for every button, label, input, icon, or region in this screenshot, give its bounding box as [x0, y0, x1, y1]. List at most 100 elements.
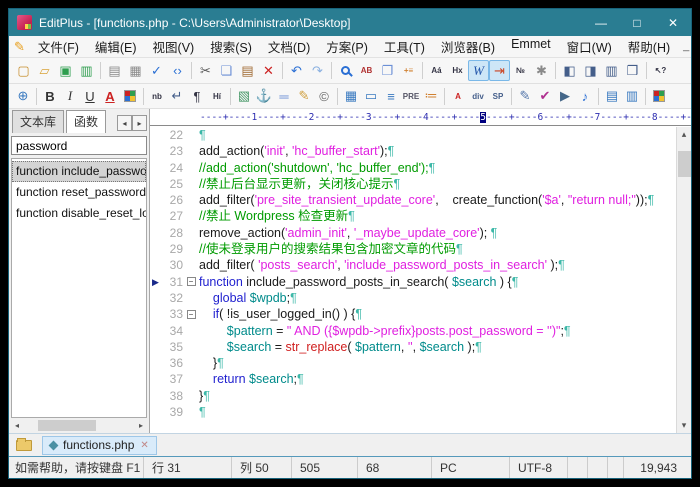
edit-script-button[interactable]: ✎: [515, 86, 535, 107]
scroll-up-icon[interactable]: ▴: [677, 127, 691, 142]
delete-button[interactable]: ✕: [258, 60, 279, 81]
font-color-button[interactable]: A: [100, 86, 120, 107]
mdi-minimize-button[interactable]: _: [678, 40, 694, 53]
pre-tag-button[interactable]: PRE: [401, 86, 421, 107]
function-list-item[interactable]: function disable_reset_lo: [12, 203, 146, 224]
object-tag-button[interactable]: ▥: [622, 86, 642, 107]
spell-check-button[interactable]: ✓: [146, 60, 167, 81]
paragraph-mark-icon: ¶: [217, 356, 224, 371]
copyright-button[interactable]: ©: [314, 86, 334, 107]
paste-button[interactable]: ▤: [237, 60, 258, 81]
insert-movie-button[interactable]: ▶: [555, 86, 575, 107]
context-help-button[interactable]: ↖?: [650, 60, 671, 81]
paragraph-button[interactable]: ¶: [187, 86, 207, 107]
set-font-button[interactable]: Aá: [426, 60, 447, 81]
italic-button[interactable]: I: [60, 86, 80, 107]
sidebar-tab-scroll-right-button[interactable]: ▸: [132, 115, 147, 131]
scroll-down-icon[interactable]: ▾: [677, 418, 691, 433]
table-button[interactable]: ▦: [341, 86, 361, 107]
sidebar-tab-functions[interactable]: 函数: [66, 110, 107, 133]
redo-button[interactable]: ↷: [307, 60, 328, 81]
scroll-right-icon[interactable]: ▸: [134, 421, 148, 430]
color-picker-button[interactable]: [120, 86, 140, 107]
heading-icon: Hí: [213, 91, 221, 101]
undo-button[interactable]: ↶: [286, 60, 307, 81]
menu-help[interactable]: 帮助(H): [620, 36, 678, 57]
scroll-left-icon[interactable]: ◂: [10, 421, 24, 430]
sidebar-toggle-button[interactable]: ◧: [559, 60, 580, 81]
menu-search[interactable]: 搜索(S): [202, 36, 260, 57]
find-in-files-button[interactable]: ❐: [377, 60, 398, 81]
preferences-button[interactable]: ✱: [531, 60, 552, 81]
code-view[interactable]: 22 ¶ 23 add_action('init', 'hc_buffer_start…: [150, 126, 691, 433]
save-all-button[interactable]: ▥: [76, 60, 97, 81]
replace-button[interactable]: AB: [356, 60, 377, 81]
table-icon: ▦: [344, 88, 358, 103]
check-style-button[interactable]: ✔: [535, 86, 555, 107]
maximize-button[interactable]: □: [619, 9, 655, 36]
sidebar-tab-cliptext[interactable]: 文本库: [12, 110, 65, 133]
sidebar-horizontal-scrollbar[interactable]: ◂ ▸: [9, 418, 149, 433]
menu-file[interactable]: 文件(F): [30, 36, 87, 57]
menu-window[interactable]: 窗口(W): [559, 36, 620, 57]
save-button[interactable]: ▣: [55, 60, 76, 81]
tab-close-icon[interactable]: ✕: [140, 440, 148, 451]
insert-music-button[interactable]: ♪: [575, 86, 595, 107]
editor-vertical-scrollbar[interactable]: ▴ ▾: [676, 127, 691, 433]
document-tab-functions-php[interactable]: functions.php ✕: [42, 435, 157, 455]
close-button[interactable]: ✕: [655, 9, 691, 36]
menu-view[interactable]: 视图(V): [145, 36, 203, 57]
non-breaking-space-button[interactable]: nb: [147, 86, 167, 107]
scrollbar-thumb[interactable]: [677, 151, 691, 177]
fold-toggle-icon[interactable]: −: [186, 309, 196, 319]
menu-project[interactable]: 方案(P): [318, 36, 376, 57]
save-all-icon: ▥: [80, 62, 93, 78]
div-tag-button[interactable]: div: [468, 86, 488, 107]
cut-button[interactable]: ✂: [195, 60, 216, 81]
anchor-name-button[interactable]: A: [448, 86, 468, 107]
word-wrap-button[interactable]: W: [468, 60, 489, 81]
form-fields-button[interactable]: ▤: [602, 86, 622, 107]
find-button[interactable]: [335, 60, 356, 81]
toggle-marker-button[interactable]: +≡: [398, 60, 419, 81]
insert-image-button[interactable]: ▧: [234, 86, 254, 107]
open-folder-button[interactable]: ▱: [34, 60, 55, 81]
document-selector-button[interactable]: ▥: [601, 60, 622, 81]
editor-area[interactable]: ----+----1----+----2----+----3----+----4…: [150, 109, 691, 433]
html-source-button[interactable]: ‹›: [167, 60, 188, 81]
line-break-button[interactable]: ↵: [167, 86, 187, 107]
print-preview-button[interactable]: ▤: [104, 60, 125, 81]
auto-indent-button[interactable]: ⇥: [489, 60, 510, 81]
edit-html-button[interactable]: ✎: [294, 86, 314, 107]
menu-emmet[interactable]: Emmet: [503, 36, 559, 57]
print-button[interactable]: ▦: [125, 60, 146, 81]
underline-button[interactable]: U: [80, 86, 100, 107]
table-cell-button[interactable]: ▭: [361, 86, 381, 107]
menu-browser[interactable]: 浏览器(B): [433, 36, 503, 57]
align-button[interactable]: ≡: [381, 86, 401, 107]
sidebar-tab-scroll-left-button[interactable]: ◂: [117, 115, 132, 131]
span-tag-button[interactable]: SP: [488, 86, 508, 107]
cliptext-toggle-button[interactable]: ◨: [580, 60, 601, 81]
fold-toggle-icon[interactable]: −: [186, 277, 196, 287]
menu-document[interactable]: 文档(D): [260, 36, 318, 57]
bold-button[interactable]: B: [40, 86, 60, 107]
scrollbar-thumb[interactable]: [38, 420, 96, 431]
browser-preview-button[interactable]: ⊕: [13, 86, 33, 107]
new-file-button[interactable]: ▢: [13, 60, 34, 81]
web-colors-button[interactable]: [649, 86, 669, 107]
minimize-button[interactable]: —: [583, 9, 619, 36]
copy-button[interactable]: ❏: [216, 60, 237, 81]
line-numbers-button[interactable]: №: [510, 60, 531, 81]
window-toggle-button[interactable]: ❒: [622, 60, 643, 81]
horizontal-rule-button[interactable]: ═: [274, 86, 294, 107]
heading-button[interactable]: Hí: [207, 86, 227, 107]
function-filter-input[interactable]: [11, 136, 147, 155]
menu-tools[interactable]: 工具(T): [376, 36, 433, 57]
anchor-button[interactable]: ⚓: [254, 86, 274, 107]
function-list-item[interactable]: function include_passwo: [12, 161, 146, 182]
list-tag-button[interactable]: ≔: [421, 86, 441, 107]
menu-edit[interactable]: 编辑(E): [87, 36, 145, 57]
function-list-item[interactable]: function reset_password_: [12, 182, 146, 203]
hex-viewer-button[interactable]: Hx: [447, 60, 468, 81]
